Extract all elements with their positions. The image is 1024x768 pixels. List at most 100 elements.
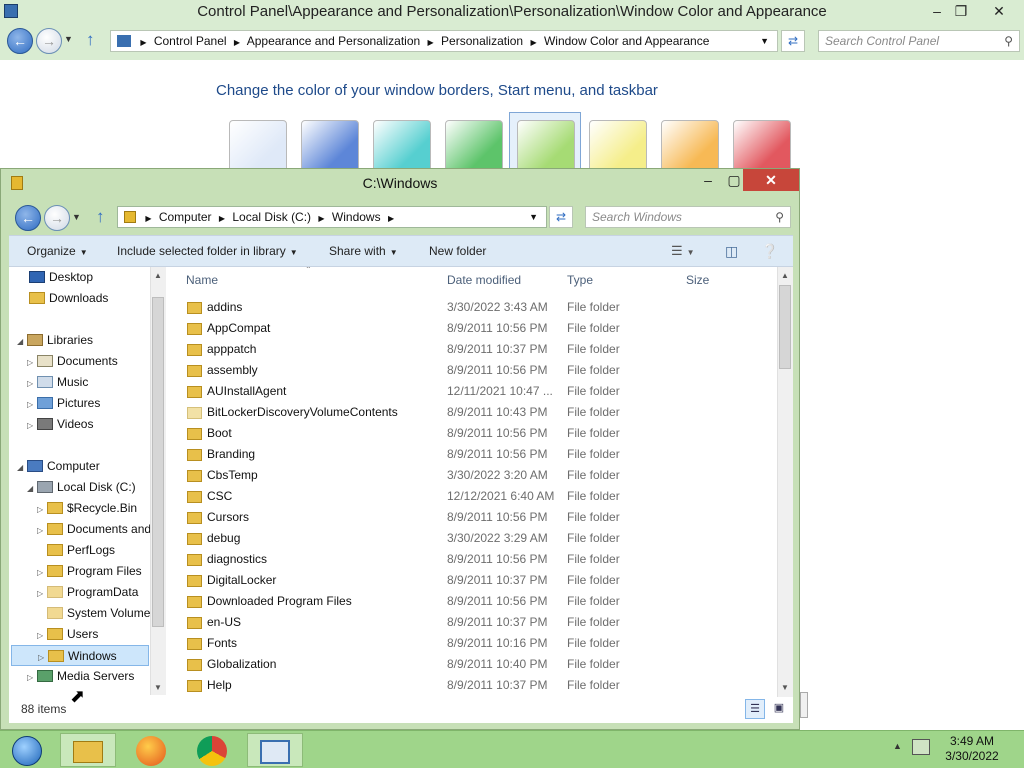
recent-pages-dropdown-icon[interactable]: ▼	[72, 212, 81, 222]
nav-item-computer[interactable]: ◢ Computer	[17, 456, 100, 477]
recent-pages-dropdown-icon[interactable]: ▼	[64, 34, 73, 44]
color-swatch[interactable]	[445, 120, 503, 170]
search-icon[interactable]: ⚲	[775, 207, 784, 227]
new-folder-button[interactable]: New folder	[429, 236, 486, 266]
file-row[interactable]: CbsTemp 3/30/2022 3:20 AM File folder	[179, 465, 777, 486]
file-row[interactable]: apppatch 8/9/2011 10:37 PM File folder	[179, 339, 777, 360]
navigation-scroll-thumb[interactable]	[152, 297, 164, 627]
nav-item-local-disk[interactable]: ◢ Local Disk (C:)	[27, 477, 136, 498]
file-row[interactable]: diagnostics 8/9/2011 10:56 PM File folder	[179, 549, 777, 570]
large-icons-view-icon[interactable]: ▣	[769, 699, 789, 719]
nav-item-downloads[interactable]: Downloads	[29, 288, 108, 309]
file-row[interactable]: Downloaded Program Files 8/9/2011 10:56 P…	[179, 591, 777, 612]
file-row[interactable]: Cursors 8/9/2011 10:56 PM File folder	[179, 507, 777, 528]
file-row[interactable]: Help 8/9/2011 10:37 PM File folder	[179, 675, 777, 696]
nav-item-windows[interactable]: ▷ Windows	[11, 645, 149, 666]
control-panel-search-input[interactable]: Search Control Panel ⚲	[818, 30, 1020, 52]
nav-item-media-servers[interactable]: ▷ Media Servers	[27, 666, 134, 687]
file-row[interactable]: AUInstallAgent 12/11/2021 10:47 ... File f…	[179, 381, 777, 402]
breadcrumb-item[interactable]: Window Color and Appearance	[544, 34, 709, 48]
view-options-icon[interactable]: ☰ ▼	[671, 236, 695, 266]
close-button[interactable]: ✕	[743, 169, 799, 191]
breadcrumb-item[interactable]: Windows	[332, 210, 381, 224]
nav-item-users[interactable]: ▷ Users	[37, 624, 98, 645]
column-header-name[interactable]: Name	[186, 273, 218, 287]
scroll-up-arrow-icon[interactable]: ▲	[154, 271, 162, 280]
column-header-date[interactable]: Date modified	[447, 273, 521, 287]
explorer-search-input[interactable]: Search Windows ⚲	[585, 206, 791, 228]
nav-item-perflogs[interactable]: PerfLogs	[37, 540, 115, 561]
clock[interactable]: 3:49 AM 3/30/2022	[930, 734, 1014, 764]
taskbar-control-panel[interactable]	[247, 733, 303, 767]
file-list-scroll-thumb[interactable]	[779, 285, 791, 369]
address-bar[interactable]: ▶ Control Panel ▶ Appearance and Persona…	[110, 30, 778, 52]
file-row[interactable]: debug 3/30/2022 3:29 AM File folder	[179, 528, 777, 549]
file-row[interactable]: AppCompat 8/9/2011 10:56 PM File folder	[179, 318, 777, 339]
maximize-button[interactable]: ❐	[946, 0, 976, 22]
search-icon[interactable]: ⚲	[1004, 31, 1013, 51]
file-row[interactable]: Fonts 8/9/2011 10:16 PM File folder	[179, 633, 777, 654]
forward-button[interactable]: →	[36, 28, 62, 54]
breadcrumb-item[interactable]: Computer	[159, 210, 212, 224]
details-view-icon[interactable]: ☰	[745, 699, 765, 719]
share-with-button[interactable]: Share with ▼	[329, 236, 398, 266]
up-arrow-icon[interactable]: ↑	[96, 207, 105, 227]
scroll-down-arrow-icon[interactable]: ▼	[154, 683, 162, 692]
file-row[interactable]: DigitalLocker 8/9/2011 10:37 PM File folde…	[179, 570, 777, 591]
nav-item-recycle-bin[interactable]: ▷ $Recycle.Bin	[37, 498, 137, 519]
color-swatch[interactable]	[373, 120, 431, 170]
taskbar-chrome[interactable]	[184, 733, 240, 767]
color-swatch[interactable]	[301, 120, 359, 170]
file-row[interactable]: assembly 8/9/2011 10:56 PM File folder	[179, 360, 777, 381]
back-button[interactable]: ←	[15, 205, 41, 231]
breadcrumb-item[interactable]: Personalization	[441, 34, 523, 48]
nav-item-libraries[interactable]: ◢ Libraries	[17, 330, 93, 351]
file-row[interactable]: Branding 8/9/2011 10:56 PM File folder	[179, 444, 777, 465]
color-swatch[interactable]	[589, 120, 647, 170]
scroll-up-arrow-icon[interactable]: ▲	[781, 271, 789, 280]
file-row[interactable]: BitLockerDiscoveryVolumeContents 8/9/2011…	[179, 402, 777, 423]
taskbar-firefox[interactable]	[123, 733, 179, 767]
address-dropdown-icon[interactable]: ▼	[760, 31, 769, 51]
address-bar[interactable]: ▶ Computer ▶ Local Disk (C:) ▶ Windows ▶…	[117, 206, 547, 228]
breadcrumb-item[interactable]: Local Disk (C:)	[232, 210, 311, 224]
color-swatch[interactable]	[517, 120, 575, 170]
column-header-type[interactable]: Type	[567, 273, 593, 287]
color-swatch[interactable]	[661, 120, 719, 170]
nav-item-documents[interactable]: ▷ Documents	[27, 351, 118, 372]
preview-pane-icon[interactable]: ◫	[725, 236, 738, 266]
address-dropdown-icon[interactable]: ▼	[529, 207, 538, 227]
refresh-button[interactable]: ⇄	[549, 206, 573, 228]
start-button[interactable]	[4, 733, 44, 767]
close-button[interactable]: ✕	[984, 0, 1014, 22]
breadcrumb-item[interactable]: Appearance and Personalization	[247, 34, 420, 48]
help-icon[interactable]: ❔	[761, 236, 778, 266]
nav-item-programdata[interactable]: ▷ ProgramData	[37, 582, 138, 603]
control-panel-scrollbar[interactable]	[800, 692, 808, 718]
column-header-size[interactable]: Size	[686, 273, 709, 287]
show-hidden-icons-icon[interactable]: ▲	[893, 741, 902, 751]
nav-item-music[interactable]: ▷ Music	[27, 372, 88, 393]
breadcrumb-item[interactable]: Control Panel	[154, 34, 227, 48]
nav-item-system-volume[interactable]: System Volume	[37, 603, 150, 624]
taskbar-explorer[interactable]	[60, 733, 116, 767]
color-swatch[interactable]	[733, 120, 791, 170]
include-in-library-button[interactable]: Include selected folder in library ▼	[117, 236, 298, 266]
file-row[interactable]: addins 3/30/2022 3:43 AM File folder	[179, 297, 777, 318]
nav-item-pictures[interactable]: ▷ Pictures	[27, 393, 100, 414]
nav-item-documents-and-settings[interactable]: ▷ Documents and	[37, 519, 151, 540]
up-arrow-icon[interactable]: ↑	[86, 30, 95, 50]
refresh-button[interactable]: ⇄	[781, 30, 805, 52]
organize-button[interactable]: Organize ▼	[27, 236, 88, 266]
file-row[interactable]: CSC 12/12/2021 6:40 AM File folder	[179, 486, 777, 507]
scroll-down-arrow-icon[interactable]: ▼	[781, 683, 789, 692]
network-icon[interactable]	[912, 739, 930, 755]
file-row[interactable]: Globalization 8/9/2011 10:40 PM File folde…	[179, 654, 777, 675]
forward-button[interactable]: →	[44, 205, 70, 231]
color-swatch[interactable]	[229, 120, 287, 170]
nav-item-desktop[interactable]: Desktop	[29, 267, 93, 288]
nav-item-videos[interactable]: ▷ Videos	[27, 414, 93, 435]
file-row[interactable]: en-US 8/9/2011 10:37 PM File folder	[179, 612, 777, 633]
nav-item-program-files[interactable]: ▷ Program Files	[37, 561, 142, 582]
back-button[interactable]: ←	[7, 28, 33, 54]
